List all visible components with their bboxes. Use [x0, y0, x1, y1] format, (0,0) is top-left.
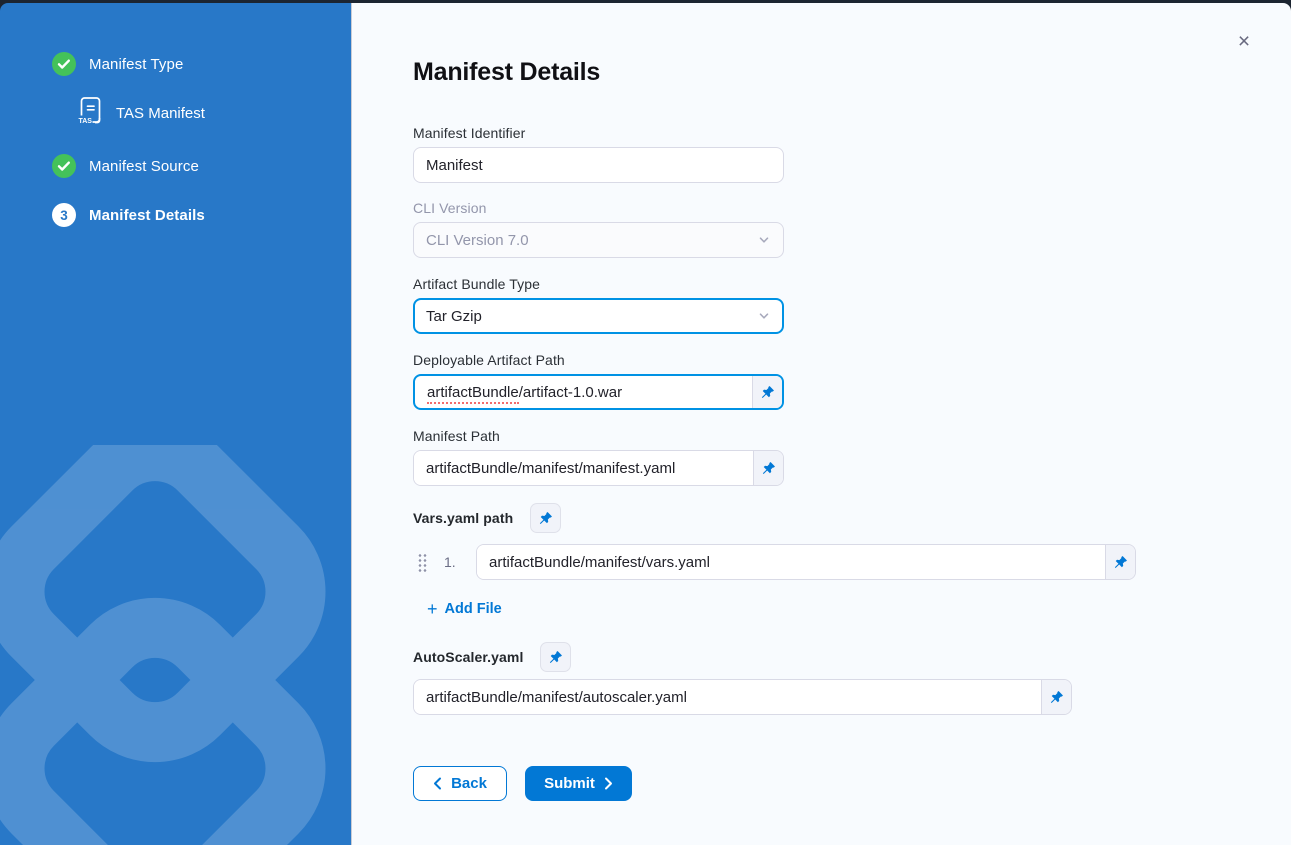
- form-actions: Back Submit: [413, 766, 1291, 801]
- path-text: /artifact-1.0.war: [519, 384, 622, 401]
- drag-handle[interactable]: [417, 552, 428, 572]
- manifest-path-label: Manifest Path: [413, 428, 784, 444]
- cli-version-label: CLI Version: [413, 200, 784, 216]
- artifact-bundle-type-value: Tar Gzip: [426, 308, 482, 325]
- add-file-button[interactable]: + Add File: [427, 601, 502, 617]
- manifest-path-input[interactable]: [414, 451, 753, 485]
- svg-text:TAS: TAS: [79, 118, 93, 125]
- step-manifest-details[interactable]: 3 Manifest Details: [52, 203, 351, 227]
- chevron-right-icon: [604, 777, 613, 790]
- close-icon: ×: [1238, 30, 1250, 53]
- artifact-bundle-type-field: Artifact Bundle Type Tar Gzip: [413, 276, 784, 334]
- manifest-path-pin-button[interactable]: [753, 451, 783, 485]
- step-complete-check-icon: [52, 52, 76, 76]
- pin-icon: [1113, 555, 1128, 570]
- back-button[interactable]: Back: [413, 766, 507, 801]
- autoscaler-input-pin-button[interactable]: [1041, 680, 1071, 714]
- manifest-path-field: Manifest Path: [413, 428, 784, 486]
- harness-logo-watermark: [0, 445, 352, 845]
- deployable-artifact-path-field: Deployable Artifact Path artifactBundle/…: [413, 352, 784, 410]
- tas-manifest-file-icon: TAS: [78, 96, 103, 130]
- chevron-down-icon: [757, 233, 771, 247]
- autoscaler-label: AutoScaler.yaml: [413, 649, 523, 665]
- artifact-bundle-type-label: Artifact Bundle Type: [413, 276, 784, 292]
- step-number-badge: 3: [52, 203, 76, 227]
- chevron-down-icon: [757, 309, 771, 323]
- cli-version-select: CLI Version 7.0: [413, 222, 784, 258]
- manifest-details-panel: × Manifest Details Manifest Identifier C…: [352, 3, 1291, 845]
- sub-item-tas-manifest: TAS TAS Manifest: [78, 96, 351, 130]
- step-complete-check-icon: [52, 154, 76, 178]
- page-title: Manifest Details: [413, 58, 1291, 87]
- vars-yaml-header: Vars.yaml path: [413, 503, 1291, 533]
- step-label: Manifest Source: [89, 158, 199, 175]
- misspelled-text: artifactBundle: [427, 384, 519, 404]
- row-index: 1.: [444, 554, 464, 570]
- pin-icon: [1049, 690, 1064, 705]
- cli-version-value: CLI Version 7.0: [426, 232, 529, 249]
- autoscaler-header: AutoScaler.yaml: [413, 642, 1291, 672]
- deployable-artifact-path-label: Deployable Artifact Path: [413, 352, 784, 368]
- autoscaler-pin-button[interactable]: [540, 642, 571, 672]
- artifact-bundle-type-select[interactable]: Tar Gzip: [413, 298, 784, 334]
- chevron-left-icon: [433, 777, 442, 790]
- manifest-identifier-field: Manifest Identifier: [413, 125, 784, 183]
- pin-icon: [760, 385, 775, 400]
- pin-icon: [761, 461, 776, 476]
- add-file-label: Add File: [445, 601, 502, 617]
- submit-button[interactable]: Submit: [525, 766, 632, 801]
- back-label: Back: [451, 775, 487, 792]
- vars-yaml-row: 1.: [413, 544, 1291, 580]
- vars-yaml-pin-button[interactable]: [530, 503, 561, 533]
- manifest-details-modal: Manifest Type TAS TAS Manifest: [0, 3, 1291, 845]
- pin-icon: [538, 511, 553, 526]
- close-button[interactable]: ×: [1231, 29, 1257, 55]
- sub-item-label: TAS Manifest: [116, 105, 205, 122]
- vars-yaml-row-pin-button[interactable]: [1105, 545, 1135, 579]
- step-label: Manifest Details: [89, 207, 205, 224]
- step-manifest-source[interactable]: Manifest Source: [52, 154, 351, 178]
- deployable-artifact-path-pin-button[interactable]: [752, 376, 782, 408]
- submit-label: Submit: [544, 775, 595, 792]
- step-manifest-type[interactable]: Manifest Type: [52, 52, 351, 76]
- manifest-identifier-input[interactable]: [413, 147, 784, 183]
- deployable-artifact-path-input[interactable]: artifactBundle/artifact-1.0.war: [415, 376, 752, 408]
- wizard-sidebar: Manifest Type TAS TAS Manifest: [0, 3, 352, 845]
- manifest-identifier-label: Manifest Identifier: [413, 125, 784, 141]
- step-label: Manifest Type: [89, 56, 183, 73]
- vars-yaml-label: Vars.yaml path: [413, 510, 513, 526]
- vars-yaml-input[interactable]: [477, 545, 1105, 579]
- plus-icon: +: [427, 602, 438, 616]
- cli-version-field: CLI Version CLI Version 7.0: [413, 200, 784, 258]
- pin-icon: [548, 650, 563, 665]
- autoscaler-input[interactable]: [414, 680, 1041, 714]
